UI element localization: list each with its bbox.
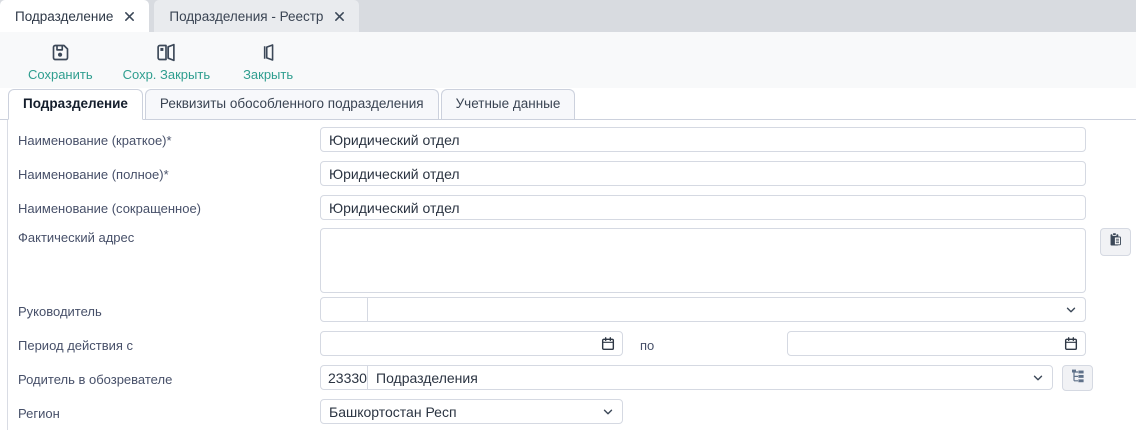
manager-code-value[interactable] (321, 298, 368, 321)
chevron-down-icon[interactable] (1060, 303, 1085, 317)
region-combobox[interactable]: Башкортостан Респ (320, 399, 623, 424)
window-tab-bar: Подразделение Подразделения - Реестр (0, 0, 1136, 32)
form-tab-uchetnye[interactable]: Учетные данные (441, 89, 576, 119)
tab-close-icon[interactable] (124, 11, 135, 22)
close-button[interactable]: Закрыть (232, 37, 304, 84)
clipboard-icon (1107, 231, 1124, 253)
period-from-input[interactable] (320, 331, 623, 356)
form-tab-label: Реквизиты обособленного подразделения (160, 96, 424, 111)
period-from-label: Период действия с (18, 338, 133, 353)
form-tab-bar: Подразделение Реквизиты обособленного по… (0, 89, 1136, 120)
save-label: Сохранить (28, 67, 93, 82)
open-tree-button[interactable] (1062, 365, 1093, 391)
close-label: Закрыть (243, 67, 293, 82)
chevron-down-icon[interactable] (1027, 371, 1052, 385)
name-abbr-label: Наименование (сокращенное) (18, 201, 201, 216)
form-panel-border (7, 120, 8, 430)
name-short-label: Наименование (краткое)* (18, 133, 172, 148)
save-close-icon (155, 41, 177, 64)
period-to-label: по (640, 338, 654, 353)
parent-label: Родитель в обозревателе (18, 372, 172, 387)
save-close-label: Сохр. Закрыть (123, 67, 211, 82)
form-tab-label: Учетные данные (456, 96, 561, 111)
window-tab-reestr[interactable]: Подразделения - Реестр (154, 0, 359, 32)
save-button[interactable]: Сохранить (20, 37, 101, 84)
name-full-label: Наименование (полное)* (18, 167, 169, 182)
calendar-icon[interactable] (1057, 336, 1085, 352)
parent-value[interactable]: Подразделения (368, 370, 1027, 386)
tab-close-icon[interactable] (334, 11, 345, 22)
tree-hierarchy-icon (1070, 368, 1086, 389)
address-textarea[interactable] (320, 228, 1086, 293)
app-window: Подразделение Подразделения - Реестр Сох… (0, 0, 1136, 430)
manager-label: Руководитель (18, 304, 102, 319)
window-tab-podrazdelenie[interactable]: Подразделение (0, 0, 149, 32)
name-full-input[interactable] (320, 161, 1086, 186)
address-label: Фактический адрес (18, 230, 134, 245)
close-door-icon (258, 41, 278, 64)
parent-combobox[interactable]: 23330 Подразделения (320, 365, 1053, 390)
paste-address-button[interactable] (1100, 228, 1131, 256)
form-tab-label: Подразделение (23, 96, 128, 111)
name-short-input[interactable] (320, 127, 1086, 152)
chevron-down-icon[interactable] (597, 405, 622, 419)
calendar-icon[interactable] (594, 336, 622, 352)
form-tab-podrazdelenie[interactable]: Подразделение (8, 89, 143, 120)
form-tab-rekvizity[interactable]: Реквизиты обособленного подразделения (145, 89, 439, 119)
window-tab-label: Подразделения - Реестр (169, 9, 323, 24)
region-value[interactable]: Башкортостан Респ (321, 404, 597, 420)
toolbar: Сохранить Сохр. Закрыть Закрыть (0, 32, 1136, 88)
parent-code-value[interactable]: 23330 (321, 366, 368, 389)
save-close-button[interactable]: Сохр. Закрыть (115, 37, 219, 84)
manager-combobox[interactable] (320, 297, 1086, 322)
window-tab-label: Подразделение (15, 9, 113, 24)
region-label: Регион (18, 406, 60, 421)
save-icon (50, 41, 71, 64)
period-to-input[interactable] (787, 331, 1086, 356)
name-abbr-input[interactable] (320, 195, 1086, 220)
